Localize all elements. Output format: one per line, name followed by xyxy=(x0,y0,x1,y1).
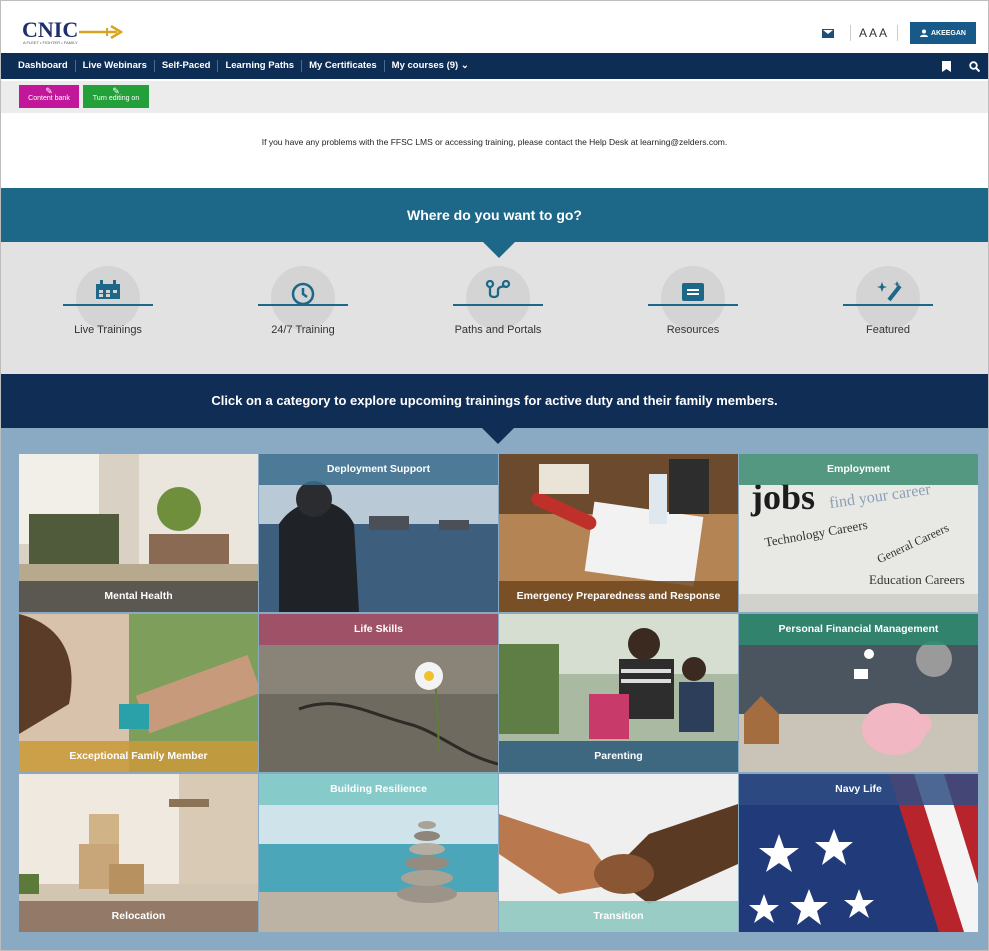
tile-label: Mental Health xyxy=(19,581,258,612)
where-item-label: Featured xyxy=(865,324,911,336)
where-item-live-trainings[interactable]: Live Trainings xyxy=(43,266,173,346)
tile-emergency-preparedness[interactable]: Emergency Preparedness and Response xyxy=(499,454,738,612)
nav-my-courses-label: My courses (9) xyxy=(391,60,459,71)
user-icon xyxy=(919,29,928,37)
tile-label: Parenting xyxy=(499,741,738,772)
tile-employment[interactable]: jobs find your career Technology Careers Ge… xyxy=(739,454,978,612)
svg-text:Education Careers: Education Careers xyxy=(869,572,965,587)
where-item-resources[interactable]: Resources xyxy=(628,266,758,346)
categories-heading: Click on a category to explore upcoming … xyxy=(1,374,988,428)
edit-icon: ✎ xyxy=(112,86,120,96)
tile-label: Deployment Support xyxy=(259,454,498,485)
where-heading: Where do you want to go? xyxy=(1,188,988,242)
sparkle-wand-icon xyxy=(823,280,953,307)
divider xyxy=(896,25,898,41)
nav-my-courses[interactable]: My courses (9) ⌄ xyxy=(385,60,476,72)
pencil-icon: ✎ xyxy=(45,86,53,96)
where-item-label: Paths and Portals xyxy=(454,324,542,336)
browser-frame: CNIC A FLEET • FIGHTER • FAMILY AAA AKEE… xyxy=(0,0,989,951)
tile-label: Personal Financial Management xyxy=(739,614,978,645)
tile-personal-financial-management[interactable]: Personal Financial Management xyxy=(739,614,978,772)
route-icon xyxy=(433,279,563,307)
bookmark-icon[interactable] xyxy=(932,53,960,79)
tile-parenting[interactable]: Parenting xyxy=(499,614,738,772)
where-item-paths-and-portals[interactable]: Paths and Portals xyxy=(433,266,563,346)
nav-live-webinars[interactable]: Live Webinars xyxy=(76,60,155,72)
pointer-triangle xyxy=(483,242,515,258)
tile-building-resilience[interactable]: Building Resilience xyxy=(259,774,498,932)
logo-tagline: A FLEET • FIGHTER • FAMILY xyxy=(23,40,78,45)
categories-section: Mental Health Deployment Support Emergen… xyxy=(1,428,988,950)
chevron-down-icon: ⌄ xyxy=(460,60,469,71)
divider xyxy=(849,25,851,41)
edit-toolbar: ✎ Content bank ✎ Turn editing on xyxy=(1,81,988,113)
tile-navy-life[interactable]: Navy Life xyxy=(739,774,978,932)
content-bank-button[interactable]: ✎ Content bank xyxy=(19,85,79,108)
where-item-label: 24/7 Training xyxy=(271,324,335,336)
tile-mental-health[interactable]: Mental Health xyxy=(19,454,258,612)
document-icon xyxy=(628,280,758,307)
trident-icon xyxy=(79,25,123,39)
tile-deployment-support[interactable]: Deployment Support xyxy=(259,454,498,612)
tile-label: Exceptional Family Member xyxy=(19,741,258,772)
turn-editing-on-button[interactable]: ✎ Turn editing on xyxy=(83,85,149,108)
tile-life-skills[interactable]: Life Skills xyxy=(259,614,498,772)
tile-label: Transition xyxy=(499,901,738,932)
font-size-toggle[interactable]: AAA xyxy=(859,26,889,40)
content-bank-label: Content bank xyxy=(28,95,70,102)
nav-dashboard[interactable]: Dashboard xyxy=(11,60,76,72)
nav-learning-paths[interactable]: Learning Paths xyxy=(218,60,303,72)
pointer-triangle xyxy=(482,428,514,444)
calendar-icon xyxy=(43,280,173,305)
cnic-logo[interactable]: CNIC A FLEET • FIGHTER • FAMILY xyxy=(19,17,123,45)
tile-label: Emergency Preparedness and Response xyxy=(499,581,738,612)
tile-label: Relocation xyxy=(19,901,258,932)
tile-transition[interactable]: Transition xyxy=(499,774,738,932)
tile-label: Employment xyxy=(739,454,978,485)
where-item-24-7-training[interactable]: 24/7 Training xyxy=(238,266,368,346)
user-menu-button[interactable]: AKEEGAN xyxy=(909,22,976,44)
mail-icon[interactable] xyxy=(821,28,834,38)
tile-label: Navy Life xyxy=(739,774,978,805)
search-icon[interactable] xyxy=(960,53,988,79)
site-header: CNIC A FLEET • FIGHTER • FAMILY AAA AKEE… xyxy=(1,11,988,51)
where-item-featured[interactable]: Featured xyxy=(823,266,953,346)
clock-icon xyxy=(238,280,368,311)
nav-my-certificates[interactable]: My Certificates xyxy=(302,60,385,72)
tile-relocation[interactable]: Relocation xyxy=(19,774,258,932)
where-item-label: Live Trainings xyxy=(74,324,142,336)
where-item-label: Resources xyxy=(666,324,720,336)
tile-label: Life Skills xyxy=(259,614,498,645)
tile-exceptional-family-member[interactable]: Exceptional Family Member xyxy=(19,614,258,772)
turn-editing-on-label: Turn editing on xyxy=(92,95,140,102)
user-name: AKEEGAN xyxy=(930,29,966,37)
where-section: Live Trainings 24/7 Training Paths and P… xyxy=(1,242,988,374)
main-nav: Dashboard Live Webinars Self-Paced Learn… xyxy=(1,53,988,79)
nav-self-paced[interactable]: Self-Paced xyxy=(155,60,219,72)
help-desk-notice: If you have any problems with the FFSC L… xyxy=(1,113,988,187)
tile-label: Building Resilience xyxy=(259,774,498,805)
